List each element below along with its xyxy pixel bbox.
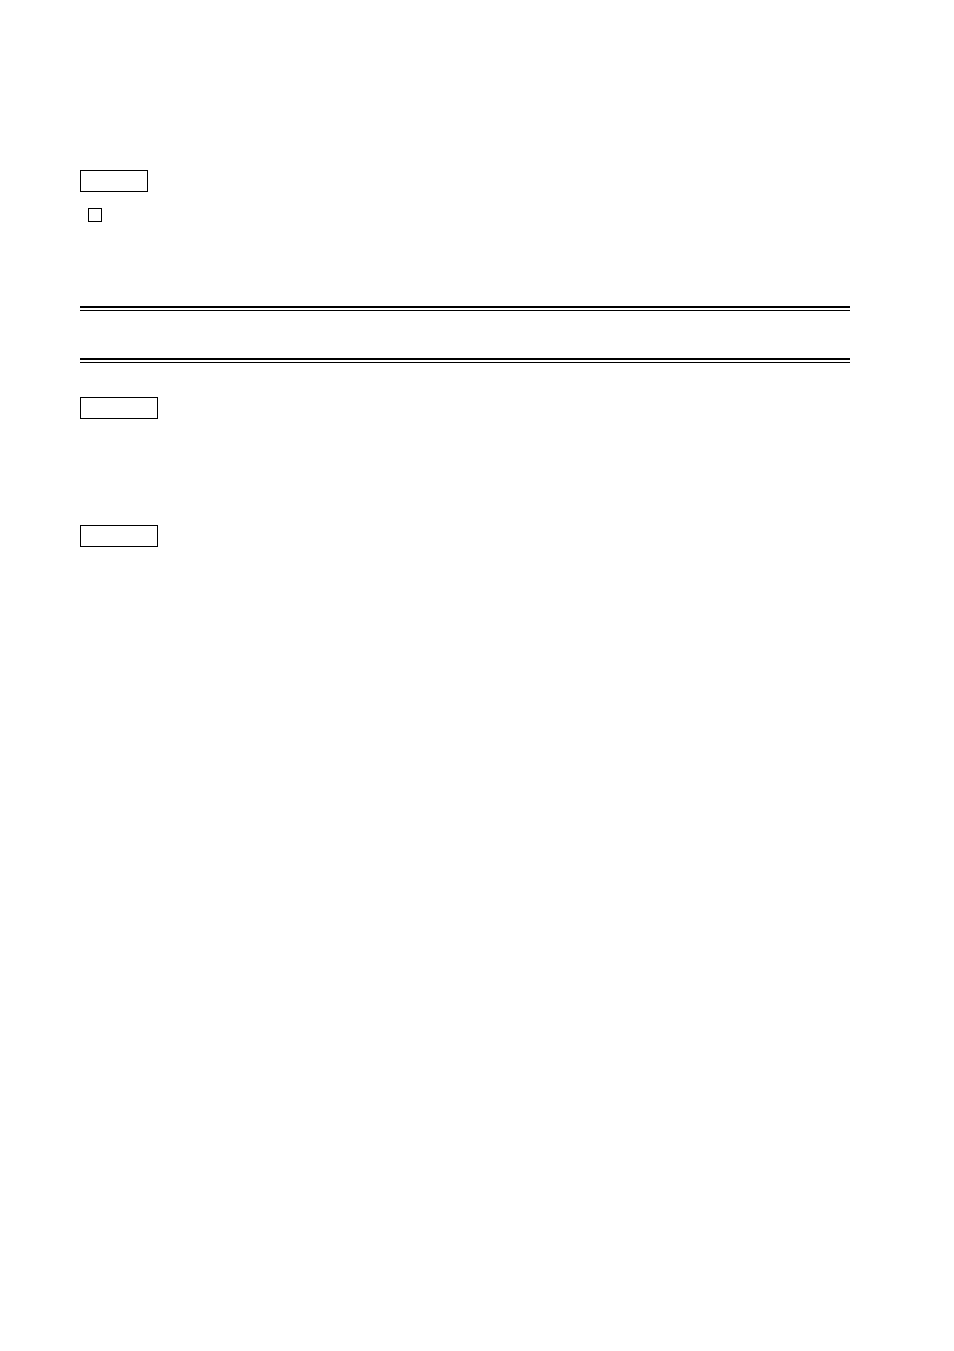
- input-box-2[interactable]: [80, 397, 158, 419]
- horizontal-rule-upper: [80, 306, 850, 308]
- document-page: [0, 0, 954, 170]
- horizontal-rule-lower: [80, 358, 850, 360]
- input-box-1[interactable]: [80, 170, 148, 192]
- checkbox-1[interactable]: [88, 208, 102, 222]
- input-box-3[interactable]: [80, 525, 158, 547]
